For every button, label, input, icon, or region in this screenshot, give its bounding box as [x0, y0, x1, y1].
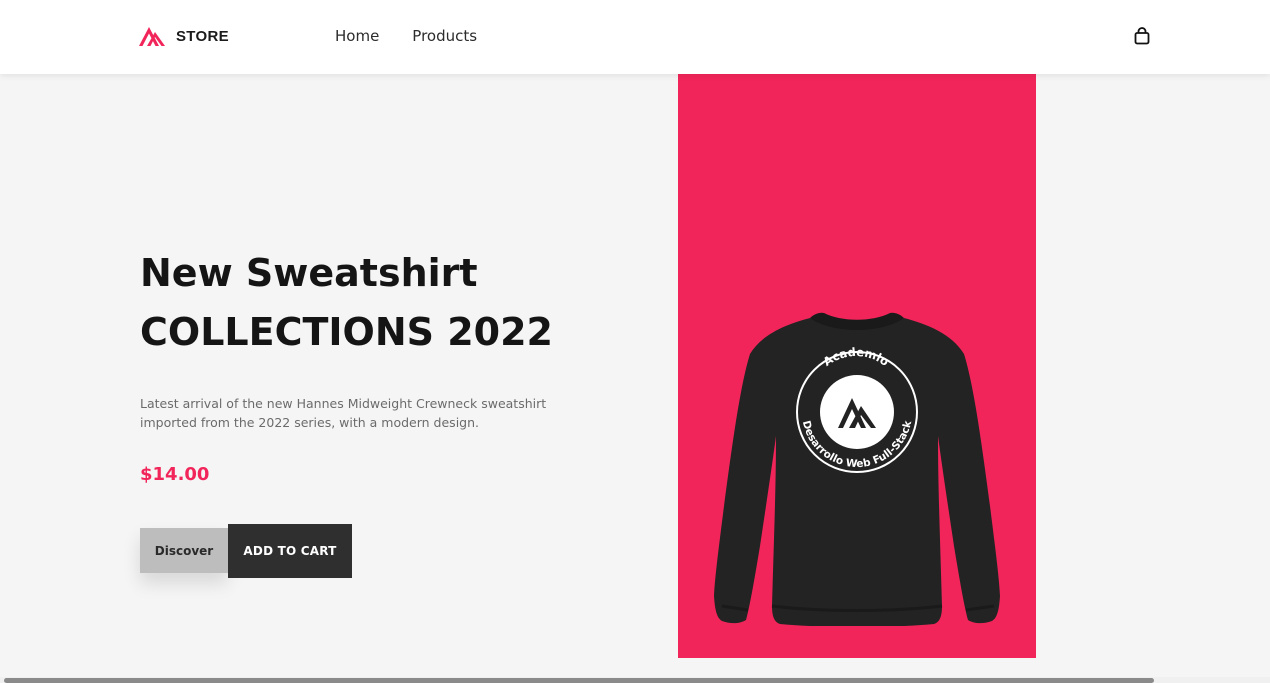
- brand-name: STORE: [176, 27, 229, 45]
- cart-button[interactable]: [1131, 25, 1153, 47]
- add-to-cart-button[interactable]: ADD TO CART: [228, 524, 352, 578]
- hero-description: Latest arrival of the new Hannes Midweig…: [140, 396, 547, 430]
- hero-title: New Sweatshirt COLLECTIONS 2022: [140, 244, 610, 362]
- hero-title-line1: New Sweatshirt: [140, 251, 478, 295]
- store-page: STORE Home Products New Sweatshirt COLLE…: [0, 0, 1270, 683]
- main-nav: Home Products: [335, 27, 510, 45]
- hero-title-line2: COLLECTIONS 2022: [140, 310, 553, 354]
- brand-logo[interactable]: STORE: [138, 25, 229, 47]
- horizontal-scrollbar-thumb[interactable]: [4, 678, 1154, 683]
- sweatshirt-image: Academlo Desarrollo Web Full-Stack: [714, 312, 1000, 626]
- product-price: $14.00: [140, 464, 210, 485]
- site-header: STORE Home Products: [0, 0, 1270, 74]
- nav-home-link[interactable]: Home: [335, 27, 379, 45]
- product-image-panel: Academlo Desarrollo Web Full-Stack: [678, 74, 1036, 658]
- academlo-logo-icon: [139, 27, 165, 46]
- shopping-bag-icon: [1134, 27, 1150, 45]
- discover-button[interactable]: Discover: [140, 528, 228, 573]
- nav-products-link[interactable]: Products: [412, 27, 477, 45]
